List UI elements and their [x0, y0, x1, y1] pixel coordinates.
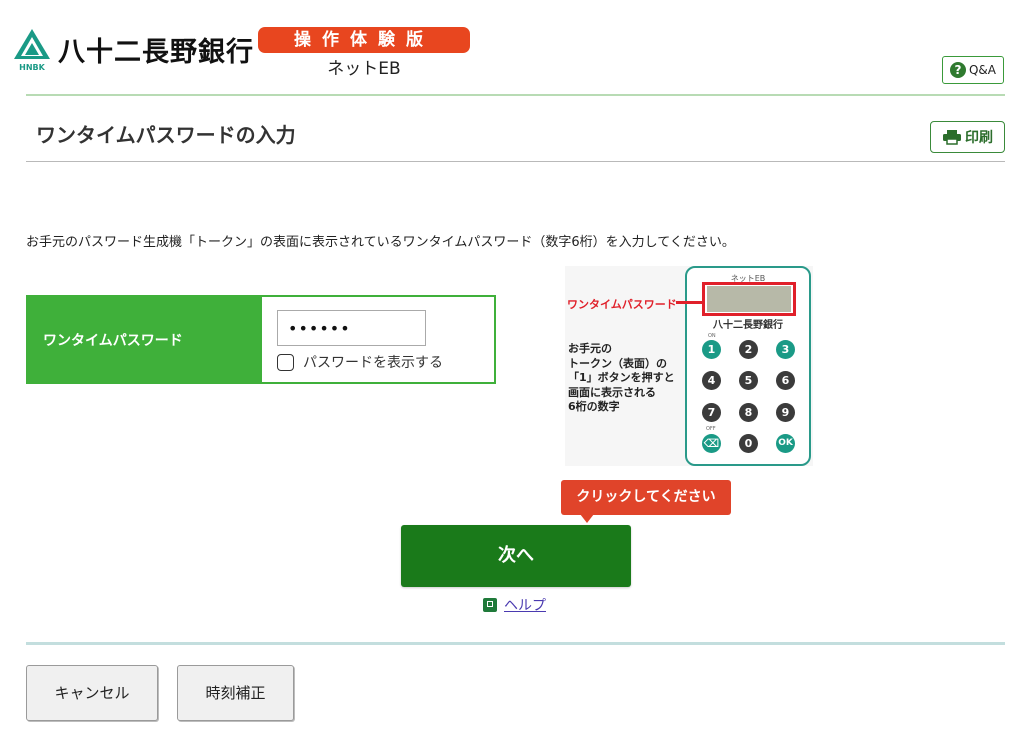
- logo-caption: HNBK: [19, 63, 45, 72]
- token-key-7: 7: [702, 403, 721, 422]
- token-desc-line: 画面に表示される: [568, 385, 656, 399]
- token-key-ok: OK: [776, 434, 795, 453]
- token-key-2: 2: [739, 340, 758, 359]
- product-name: ネットEB: [327, 59, 401, 79]
- token-screen-highlight: [702, 282, 796, 316]
- token-desc-line: 「1」ボタンを押すと: [568, 371, 675, 384]
- print-button-label: 印刷: [965, 130, 993, 146]
- token-description: お手元の トークン（表面）の 「1」ボタンを押すと 画面に表示される 6桁の数字: [568, 342, 675, 415]
- token-key-4: 4: [702, 371, 721, 390]
- show-password-checkbox[interactable]: パスワードを表示する: [277, 352, 443, 372]
- time-adjust-button[interactable]: 時刻補正: [177, 665, 294, 721]
- key-off-caption: OFF: [706, 426, 716, 432]
- token-key-5: 5: [739, 371, 758, 390]
- printer-icon: [943, 130, 961, 145]
- title-divider: [26, 161, 1005, 162]
- token-key-3: 3: [776, 340, 795, 359]
- otp-field-label: ワンタイムパスワード: [26, 295, 262, 384]
- click-here-callout: クリックしてください: [561, 480, 731, 515]
- callout-tail: [580, 514, 594, 523]
- token-bank-name: 八十二長野銀行: [713, 320, 783, 331]
- token-desc-line: 6桁の数字: [568, 400, 620, 413]
- qa-button[interactable]: ? Q&A: [942, 56, 1004, 84]
- next-button[interactable]: 次へ: [401, 525, 631, 587]
- help-link-label[interactable]: ヘルプ: [504, 595, 546, 615]
- bank-logo: HNBK: [12, 27, 52, 73]
- footer-divider: [26, 642, 1005, 645]
- token-otp-label: ワンタイムパスワード: [567, 298, 677, 311]
- header-divider: [26, 94, 1005, 96]
- otp-input[interactable]: [277, 310, 426, 346]
- demo-version-badge: 操作体験版: [258, 27, 470, 53]
- page-title: ワンタイムパスワードの入力: [36, 123, 296, 147]
- token-desc-line: トークン（表面）の: [568, 356, 667, 370]
- token-key-1: 1: [702, 340, 721, 359]
- bank-name: 八十二長野銀行: [58, 37, 254, 68]
- token-key-6: 6: [776, 371, 795, 390]
- token-key-8: 8: [739, 403, 758, 422]
- print-button[interactable]: 印刷: [930, 121, 1005, 153]
- token-key-9: 9: [776, 403, 795, 422]
- show-password-label: パスワードを表示する: [303, 355, 443, 371]
- qa-button-label: Q&A: [968, 63, 996, 77]
- instruction-text: お手元のパスワード生成機「トークン」の表面に表示されているワンタイムパスワード（…: [26, 235, 735, 250]
- key-on-caption: ON: [708, 333, 716, 339]
- help-link[interactable]: ヘルプ: [483, 595, 546, 615]
- external-window-icon: [483, 598, 497, 612]
- token-desc-line: お手元の: [568, 342, 612, 355]
- checkbox-box[interactable]: [277, 353, 294, 371]
- help-circle-icon: ?: [949, 62, 966, 78]
- pointer-line: [676, 301, 702, 304]
- token-key-0: 0: [739, 434, 758, 453]
- cancel-button[interactable]: キャンセル: [26, 665, 158, 721]
- token-key-backspace: ⌫: [702, 434, 721, 453]
